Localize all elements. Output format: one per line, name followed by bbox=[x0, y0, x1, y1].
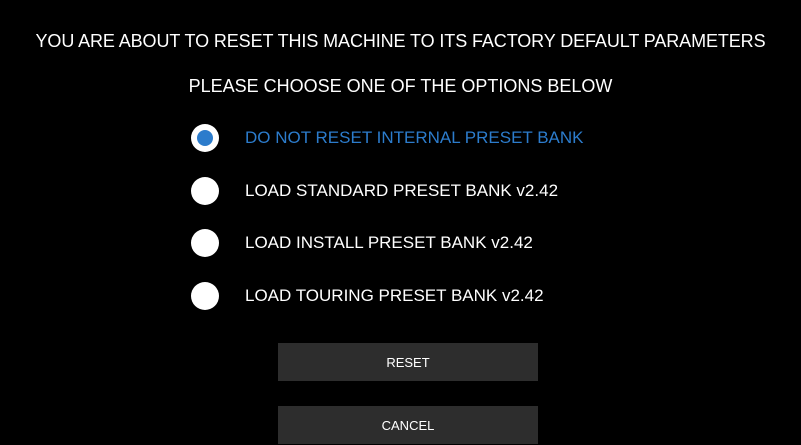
dialog-title: YOU ARE ABOUT TO RESET THIS MACHINE TO I… bbox=[35, 31, 766, 51]
option-load-standard[interactable]: LOAD STANDARD PRESET BANK v2.42 bbox=[191, 176, 584, 205]
reset-button[interactable]: RESET bbox=[278, 343, 538, 381]
option-label-do-not-reset: DO NOT RESET INTERNAL PRESET BANK bbox=[245, 128, 584, 147]
option-load-install[interactable]: LOAD INSTALL PRESET BANK v2.42 bbox=[191, 229, 584, 257]
option-load-touring[interactable]: LOAD TOURING PRESET BANK v2.42 bbox=[191, 281, 584, 310]
radio-do-not-reset[interactable] bbox=[191, 124, 219, 152]
option-label-load-touring: LOAD TOURING PRESET BANK v2.42 bbox=[245, 285, 544, 305]
option-label-load-standard: LOAD STANDARD PRESET BANK v2.42 bbox=[245, 180, 559, 200]
option-do-not-reset[interactable]: DO NOT RESET INTERNAL PRESET BANK bbox=[191, 124, 584, 152]
radio-load-standard[interactable] bbox=[191, 176, 219, 205]
reset-dialog: YOU ARE ABOUT TO RESET THIS MACHINE TO I… bbox=[0, 0, 801, 445]
dialog-subtitle: PLEASE CHOOSE ONE OF THE OPTIONS BELOW bbox=[188, 76, 613, 96]
cancel-button[interactable]: CANCEL bbox=[278, 406, 538, 444]
radio-load-install[interactable] bbox=[191, 229, 219, 257]
preset-options-group: DO NOT RESET INTERNAL PRESET BANK LOAD S… bbox=[191, 124, 584, 334]
option-label-load-install: LOAD INSTALL PRESET BANK v2.42 bbox=[245, 233, 533, 252]
radio-load-touring[interactable] bbox=[191, 281, 219, 310]
